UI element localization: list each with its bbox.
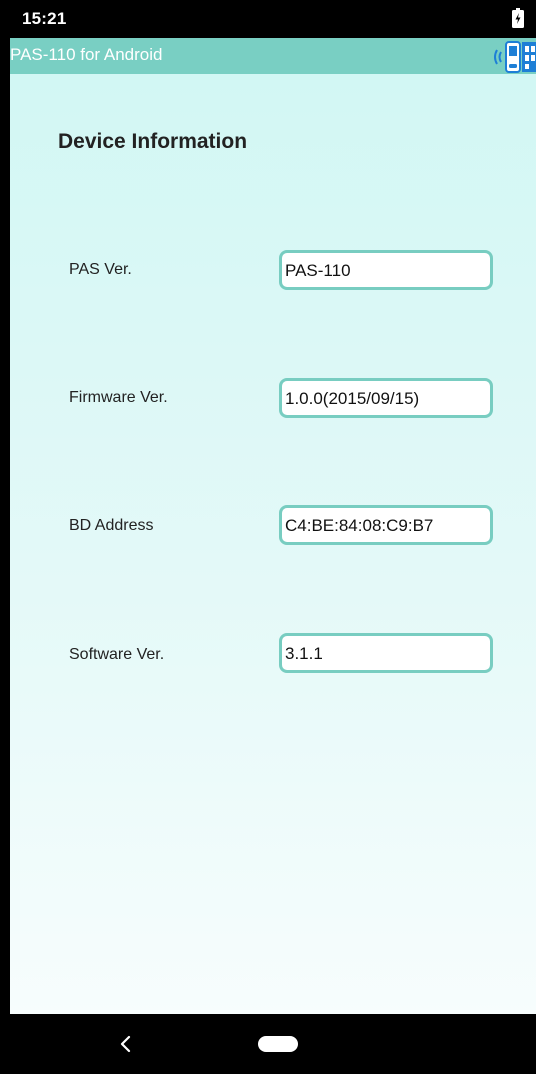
- pas-version-field[interactable]: PAS-110: [279, 250, 493, 290]
- status-time: 15:21: [22, 9, 67, 28]
- bd-address-label: BD Address: [69, 517, 154, 534]
- pas-version-label: PAS Ver.: [69, 261, 132, 278]
- firmware-version-field[interactable]: 1.0.0(2015/09/15): [279, 378, 493, 418]
- home-pill-icon[interactable]: [258, 1036, 298, 1052]
- device-information-panel: Device Information PAS Ver. PAS-110 Firm…: [10, 74, 536, 1014]
- battery-charging-icon: [512, 8, 524, 28]
- status-bar: 15:21: [10, 0, 536, 38]
- device-screen: 15:21 PAS-110 for Android Device Informa…: [0, 0, 536, 1074]
- software-version-field[interactable]: 3.1.1: [279, 633, 493, 673]
- bd-address-field[interactable]: C4:BE:84:08:C9:B7: [279, 505, 493, 545]
- page-title: Device Information: [58, 130, 248, 153]
- navigation-bar: [10, 1014, 536, 1074]
- app-bar: PAS-110 for Android: [10, 38, 536, 74]
- firmware-version-label: Firmware Ver.: [69, 389, 168, 406]
- app-title: PAS-110 for Android: [10, 45, 163, 64]
- back-chevron-icon[interactable]: [118, 1034, 134, 1054]
- software-version-label: Software Ver.: [69, 646, 165, 663]
- bluetooth-device-icon[interactable]: [490, 40, 536, 74]
